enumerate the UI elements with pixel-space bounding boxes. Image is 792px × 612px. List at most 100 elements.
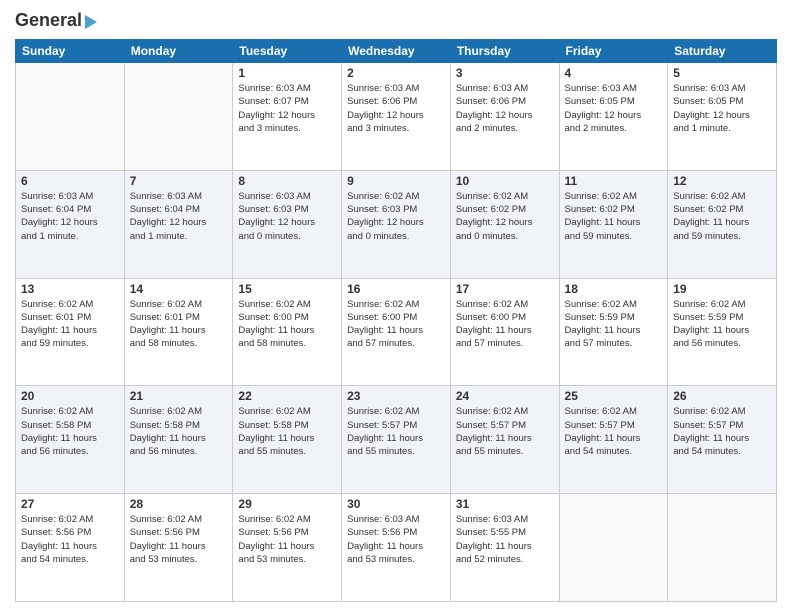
col-friday: Friday	[559, 40, 668, 63]
table-row: 3 Sunrise: 6:03 AM Sunset: 6:06 PM Daylig…	[450, 63, 559, 171]
calendar-week-row: 1Sunrise: 6:03 AM Sunset: 6:07 PM Daylig…	[16, 63, 777, 171]
day-info: Sunrise: 6:02 AM Sunset: 5:59 PM Dayligh…	[565, 298, 663, 351]
day-number: 12	[673, 174, 771, 188]
day-info: Sunrise: 6:03 AM Sunset: 6:03 PM Dayligh…	[238, 190, 336, 243]
table-row: 25Sunrise: 6:02 AM Sunset: 5:57 PM Dayli…	[559, 386, 668, 494]
table-row: 23 Sunrise: 6:02 AM Sunset: 5:57 PM Dayli…	[342, 386, 451, 494]
day-info: Sunrise: 6:02 AM Sunset: 5:56 PM Dayligh…	[21, 513, 119, 566]
day-number: 15	[238, 282, 336, 296]
day-info: Sunrise: 6:02 AM Sunset: 6:00 PM Dayligh…	[456, 298, 554, 351]
table-row: 5 Sunrise: 6:03 AM Sunset: 6:05 PM Daylig…	[668, 63, 777, 171]
col-wednesday: Wednesday	[342, 40, 451, 63]
day-number: 29	[238, 497, 336, 511]
day-number: 10	[456, 174, 554, 188]
table-row: 4 Sunrise: 6:03 AM Sunset: 6:05 PM Daylig…	[559, 63, 668, 171]
table-row: 27 Sunrise: 6:02 AM Sunset: 5:56 PM Dayli…	[16, 494, 125, 602]
day-info: Sunrise: 6:02 AM Sunset: 5:58 PM Dayligh…	[130, 405, 228, 458]
day-number: 26	[673, 389, 771, 403]
day-info: Sunrise: 6:03 AM Sunset: 6:06 PM Dayligh…	[347, 82, 445, 135]
table-row: 26Sunrise: 6:02 AM Sunset: 5:57 PM Dayli…	[668, 386, 777, 494]
day-number: 1	[238, 66, 336, 80]
calendar-week-row: 27 Sunrise: 6:02 AM Sunset: 5:56 PM Dayli…	[16, 494, 777, 602]
day-number: 27	[21, 497, 119, 511]
day-number: 5	[673, 66, 771, 80]
day-number: 2	[347, 66, 445, 80]
day-info: Sunrise: 6:02 AM Sunset: 5:58 PM Dayligh…	[21, 405, 119, 458]
day-info: Sunrise: 6:02 AM Sunset: 6:01 PM Dayligh…	[21, 298, 119, 351]
day-info: Sunrise: 6:02 AM Sunset: 5:56 PM Dayligh…	[238, 513, 336, 566]
day-number: 23	[347, 389, 445, 403]
col-monday: Monday	[124, 40, 233, 63]
day-info: Sunrise: 6:02 AM Sunset: 5:56 PM Dayligh…	[130, 513, 228, 566]
calendar-table: Sunday Monday Tuesday Wednesday Thursday…	[15, 39, 777, 602]
calendar-week-row: 20 Sunrise: 6:02 AM Sunset: 5:58 PM Dayli…	[16, 386, 777, 494]
day-info: Sunrise: 6:02 AM Sunset: 5:57 PM Dayligh…	[565, 405, 663, 458]
table-row: 9 Sunrise: 6:02 AM Sunset: 6:03 PM Daylig…	[342, 170, 451, 278]
table-row: 18Sunrise: 6:02 AM Sunset: 5:59 PM Dayli…	[559, 278, 668, 386]
day-number: 19	[673, 282, 771, 296]
table-row: 2 Sunrise: 6:03 AM Sunset: 6:06 PM Daylig…	[342, 63, 451, 171]
col-tuesday: Tuesday	[233, 40, 342, 63]
table-row: 22Sunrise: 6:02 AM Sunset: 5:58 PM Dayli…	[233, 386, 342, 494]
table-row: 17 Sunrise: 6:02 AM Sunset: 6:00 PM Dayli…	[450, 278, 559, 386]
logo: General	[15, 10, 97, 31]
day-number: 28	[130, 497, 228, 511]
day-number: 22	[238, 389, 336, 403]
calendar-week-row: 13 Sunrise: 6:02 AM Sunset: 6:01 PM Dayli…	[16, 278, 777, 386]
table-row: 6Sunrise: 6:03 AM Sunset: 6:04 PM Daylig…	[16, 170, 125, 278]
day-number: 17	[456, 282, 554, 296]
day-number: 30	[347, 497, 445, 511]
table-row: 30 Sunrise: 6:03 AM Sunset: 5:56 PM Dayli…	[342, 494, 451, 602]
table-row: 14Sunrise: 6:02 AM Sunset: 6:01 PM Dayli…	[124, 278, 233, 386]
day-info: Sunrise: 6:02 AM Sunset: 6:02 PM Dayligh…	[565, 190, 663, 243]
day-number: 3	[456, 66, 554, 80]
table-row: 10 Sunrise: 6:02 AM Sunset: 6:02 PM Dayli…	[450, 170, 559, 278]
table-row: 21 Sunrise: 6:02 AM Sunset: 5:58 PM Dayli…	[124, 386, 233, 494]
calendar-header-row: Sunday Monday Tuesday Wednesday Thursday…	[16, 40, 777, 63]
day-number: 8	[238, 174, 336, 188]
logo-general: General	[15, 10, 82, 31]
day-info: Sunrise: 6:03 AM Sunset: 6:05 PM Dayligh…	[565, 82, 663, 135]
day-number: 16	[347, 282, 445, 296]
day-number: 6	[21, 174, 119, 188]
day-number: 24	[456, 389, 554, 403]
table-row	[668, 494, 777, 602]
day-number: 20	[21, 389, 119, 403]
table-row: 28 Sunrise: 6:02 AM Sunset: 5:56 PM Dayli…	[124, 494, 233, 602]
day-info: Sunrise: 6:02 AM Sunset: 6:02 PM Dayligh…	[456, 190, 554, 243]
table-row: 29 Sunrise: 6:02 AM Sunset: 5:56 PM Dayli…	[233, 494, 342, 602]
day-info: Sunrise: 6:02 AM Sunset: 5:57 PM Dayligh…	[347, 405, 445, 458]
day-info: Sunrise: 6:02 AM Sunset: 6:02 PM Dayligh…	[673, 190, 771, 243]
day-info: Sunrise: 6:03 AM Sunset: 6:04 PM Dayligh…	[130, 190, 228, 243]
header: General	[15, 10, 777, 31]
day-info: Sunrise: 6:02 AM Sunset: 6:03 PM Dayligh…	[347, 190, 445, 243]
day-info: Sunrise: 6:02 AM Sunset: 5:57 PM Dayligh…	[456, 405, 554, 458]
day-number: 4	[565, 66, 663, 80]
day-info: Sunrise: 6:03 AM Sunset: 5:55 PM Dayligh…	[456, 513, 554, 566]
day-info: Sunrise: 6:03 AM Sunset: 6:05 PM Dayligh…	[673, 82, 771, 135]
day-number: 31	[456, 497, 554, 511]
day-number: 21	[130, 389, 228, 403]
day-info: Sunrise: 6:03 AM Sunset: 6:06 PM Dayligh…	[456, 82, 554, 135]
table-row: 19Sunrise: 6:02 AM Sunset: 5:59 PM Dayli…	[668, 278, 777, 386]
table-row: 12 Sunrise: 6:02 AM Sunset: 6:02 PM Dayli…	[668, 170, 777, 278]
table-row	[124, 63, 233, 171]
table-row	[16, 63, 125, 171]
table-row: 13 Sunrise: 6:02 AM Sunset: 6:01 PM Dayli…	[16, 278, 125, 386]
day-number: 7	[130, 174, 228, 188]
table-row: 1Sunrise: 6:03 AM Sunset: 6:07 PM Daylig…	[233, 63, 342, 171]
logo-arrow-icon	[85, 15, 97, 29]
day-number: 14	[130, 282, 228, 296]
table-row: 16Sunrise: 6:02 AM Sunset: 6:00 PM Dayli…	[342, 278, 451, 386]
day-number: 11	[565, 174, 663, 188]
table-row	[559, 494, 668, 602]
col-thursday: Thursday	[450, 40, 559, 63]
day-info: Sunrise: 6:02 AM Sunset: 6:00 PM Dayligh…	[238, 298, 336, 351]
day-number: 9	[347, 174, 445, 188]
table-row: 7 Sunrise: 6:03 AM Sunset: 6:04 PM Daylig…	[124, 170, 233, 278]
page: General Sunday Monday Tuesday Wednesday …	[0, 0, 792, 612]
day-info: Sunrise: 6:03 AM Sunset: 5:56 PM Dayligh…	[347, 513, 445, 566]
day-number: 13	[21, 282, 119, 296]
table-row: 11 Sunrise: 6:02 AM Sunset: 6:02 PM Dayli…	[559, 170, 668, 278]
calendar-week-row: 6 Sunrise: 6:03 AM Sunset: 6:04 PM Daylig…	[16, 170, 777, 278]
